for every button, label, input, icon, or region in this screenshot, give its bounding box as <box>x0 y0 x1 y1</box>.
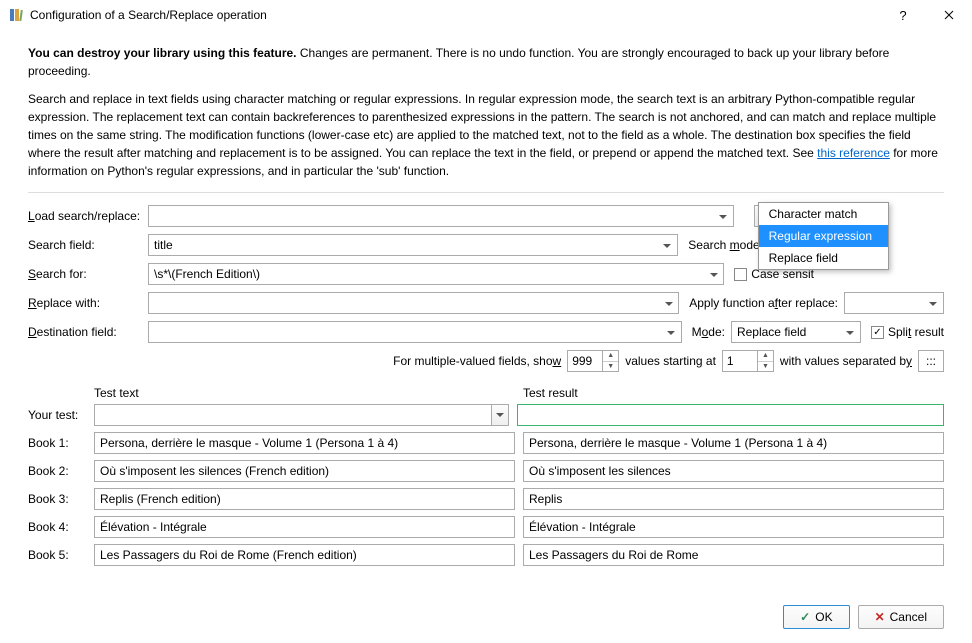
book5-input[interactable]: Les Passagers du Roi de Rome (French edi… <box>94 544 515 566</box>
replace-with-input[interactable] <box>148 292 679 314</box>
start-at-spinner[interactable]: ▲▼ <box>722 350 774 372</box>
search-mode-dropdown[interactable]: Character match Regular expression Repla… <box>758 202 889 270</box>
start-at-input[interactable] <box>722 350 758 372</box>
book4-result: Élévation - Intégrale <box>523 516 944 538</box>
book2-input[interactable]: Où s'imposent les silences (French editi… <box>94 460 515 482</box>
multi-post-label: with values separated by <box>780 354 912 368</box>
book1-result: Persona, derrière le masque - Volume 1 (… <box>523 432 944 454</box>
mode-label: Mode: <box>692 325 725 339</box>
search-mode-opt-replace[interactable]: Replace field <box>759 247 888 269</box>
book3-result: Replis <box>523 488 944 510</box>
load-label: Load search/replace: <box>28 209 148 223</box>
book3-label: Book 3: <box>28 492 94 506</box>
close-button[interactable] <box>926 0 972 30</box>
search-mode-label: Search mode: <box>688 238 763 252</box>
help-button[interactable]: ? <box>880 0 926 30</box>
search-for-input[interactable]: \s*\(French Edition\) <box>148 263 724 285</box>
search-mode-opt-regex[interactable]: Regular expression <box>759 225 888 247</box>
desc-before: Search and replace in text fields using … <box>28 92 936 160</box>
up-arrow-icon[interactable]: ▲ <box>758 351 773 362</box>
show-count-input[interactable] <box>567 350 603 372</box>
book2-result: Où s'imposent les silences <box>523 460 944 482</box>
book5-result: Les Passagers du Roi de Rome <box>523 544 944 566</box>
mode-combo[interactable]: Replace field <box>731 321 861 343</box>
ok-button[interactable]: ✓OK <box>783 605 849 629</box>
test-text-header: Test text <box>94 386 515 400</box>
test-result-header: Test result <box>515 386 944 400</box>
warning-bold: You can destroy your library using this … <box>28 46 297 60</box>
your-test-label: Your test: <box>28 408 94 422</box>
check-icon: ✓ <box>800 610 810 624</box>
search-for-label: Search for: <box>28 267 148 281</box>
your-test-result <box>517 404 944 426</box>
apply-fn-label: Apply function after replace: <box>689 296 838 310</box>
book4-input[interactable]: Élévation - Intégrale <box>94 516 515 538</box>
separator-input[interactable]: ::: <box>918 350 944 372</box>
book1-label: Book 1: <box>28 436 94 450</box>
your-test-input[interactable] <box>94 404 509 426</box>
down-arrow-icon[interactable]: ▼ <box>758 362 773 372</box>
app-icon <box>8 7 24 23</box>
dest-field-label: Destination field: <box>28 325 148 339</box>
dest-field-combo[interactable] <box>148 321 682 343</box>
multi-mid-label: values starting at <box>625 354 716 368</box>
show-count-spinner[interactable]: ▲▼ <box>567 350 619 372</box>
cross-icon: ✕ <box>875 610 885 624</box>
separator <box>28 192 944 193</box>
description-text: Search and replace in text fields using … <box>28 90 944 180</box>
up-arrow-icon[interactable]: ▲ <box>603 351 618 362</box>
cancel-button[interactable]: ✕Cancel <box>858 605 944 629</box>
search-field-combo[interactable]: title <box>148 234 678 256</box>
book3-input[interactable]: Replis (French edition) <box>94 488 515 510</box>
window-title: Configuration of a Search/Replace operat… <box>30 8 880 22</box>
search-field-label: Search field: <box>28 238 148 252</box>
book2-label: Book 2: <box>28 464 94 478</box>
down-arrow-icon[interactable]: ▼ <box>603 362 618 372</box>
warning-text: You can destroy your library using this … <box>28 44 944 80</box>
book4-label: Book 4: <box>28 520 94 534</box>
apply-fn-combo[interactable] <box>844 292 944 314</box>
load-combo[interactable] <box>148 205 734 227</box>
chevron-down-icon[interactable] <box>491 404 509 426</box>
titlebar: Configuration of a Search/Replace operat… <box>0 0 972 30</box>
split-result-label: Split result <box>888 325 944 339</box>
multi-pre-label: For multiple-valued fields, show <box>393 354 561 368</box>
split-result-checkbox[interactable]: ✓Split result <box>871 325 944 339</box>
book1-input[interactable]: Persona, derrière le masque - Volume 1 (… <box>94 432 515 454</box>
search-mode-opt-character[interactable]: Character match <box>759 203 888 225</box>
reference-link[interactable]: this reference <box>817 146 890 160</box>
book5-label: Book 5: <box>28 548 94 562</box>
replace-with-label: Replace with: <box>28 296 148 310</box>
